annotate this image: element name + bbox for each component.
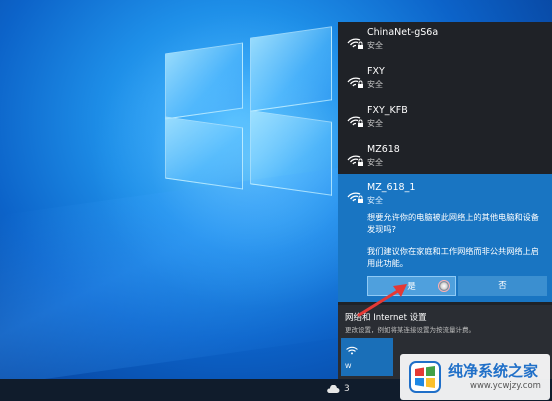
network-name: FXY [367,66,385,77]
network-flyout: ChinaNet-gS6a 安全 FXY 安全 FXY_KFB 安全 MZ618… [338,22,552,379]
cloud-icon[interactable] [326,385,340,394]
windows-logo-pane-bottom-right [250,110,332,196]
network-security-status: 安全 [367,119,383,128]
network-name: MZ618 [367,144,400,155]
network-security-status: 安全 [367,80,383,89]
windows-logo-pane-top-left [165,42,243,120]
tray-text: 3 [344,384,350,394]
network-name: ChinaNet-gS6a [367,27,439,38]
wifi-icon [346,346,358,355]
wifi-secured-icon [347,38,363,49]
network-settings-subtitle: 更改设置，例如将某连接设置为按流量计费。 [345,326,475,334]
wallpaper-light-beam [0,164,360,386]
network-security-status: 安全 [367,196,383,205]
network-security-status: 安全 [367,41,383,50]
windows-logo-icon [409,361,441,393]
red-arrow [357,284,407,317]
site-watermark: 纯净系统之家 www.ycwjzy.com [400,354,550,400]
discovery-question: 想要允许你的电脑被此网络上的其他电脑和设备发现吗? [367,212,539,234]
wifi-secured-icon [347,116,363,127]
network-item[interactable]: FXY 安全 [338,61,552,99]
watermark-url: www.ycwjzy.com [470,381,541,391]
wifi-tile-label: W [345,362,352,370]
wifi-quick-action-tile[interactable]: W [341,338,393,376]
network-name: FXY_KFB [367,105,408,116]
network-security-status: 安全 [367,158,383,167]
windows-logo-pane-top-right [250,26,332,112]
click-cursor [438,280,450,292]
no-button[interactable]: 否 [458,276,547,296]
network-name: MZ_618_1 [367,182,416,193]
watermark-brand: 纯净系统之家 [448,362,539,380]
network-item[interactable]: MZ618 安全 [338,139,552,177]
network-item[interactable]: ChinaNet-gS6a 安全 [338,22,552,60]
network-item[interactable]: FXY_KFB 安全 [338,100,552,138]
wifi-secured-icon [347,77,363,88]
windows-logo-pane-bottom-left [165,116,243,190]
wifi-secured-icon [347,155,363,166]
wifi-secured-icon [347,192,363,203]
discovery-recommendation: 我们建议你在家庭和工作网络而非公共网络上启用此功能。 [367,246,539,268]
